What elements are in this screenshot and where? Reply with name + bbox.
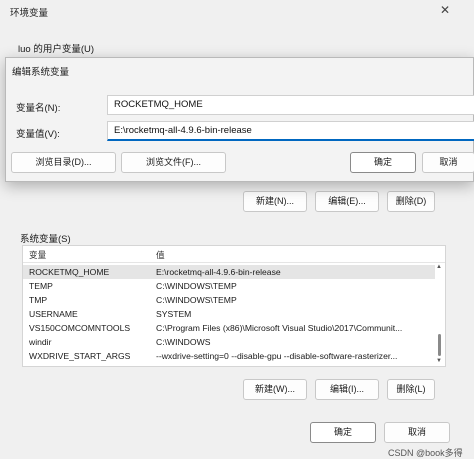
variable-value-label: 变量值(V): (16, 129, 60, 140)
env-cancel-button[interactable]: 取消 (384, 422, 450, 443)
table-row[interactable]: USERNAME SYSTEM (23, 307, 435, 321)
table-header: 变量 值 (23, 246, 445, 263)
variable-name-cell: TEMP (29, 281, 53, 291)
user-delete-button[interactable]: 删除(D) (387, 191, 435, 212)
browse-file-button[interactable]: 浏览文件(F)... (121, 152, 226, 173)
system-edit-button[interactable]: 编辑(I)... (315, 379, 379, 400)
variable-value-cell: C:\WINDOWS\TEMP (156, 295, 237, 305)
column-header-variable[interactable]: 变量 (29, 249, 46, 261)
variable-value-cell: C:\WINDOWS (156, 337, 211, 347)
variable-value-cell: --wxdrive-setting=0 --disable-gpu --disa… (156, 351, 398, 361)
csdn-watermark: CSDN @book多得 (388, 448, 463, 458)
system-delete-button[interactable]: 删除(L) (387, 379, 435, 400)
variable-name-cell: ROCKETMQ_HOME (29, 267, 110, 277)
browse-directory-button[interactable]: 浏览目录(D)... (11, 152, 116, 173)
system-variables-label: 系统变量(S) (20, 234, 71, 245)
variable-value-cell: C:\Program Files (x86)\Microsoft Visual … (156, 323, 403, 333)
variable-name-cell: TMP (29, 295, 48, 305)
env-ok-button[interactable]: 确定 (310, 422, 376, 443)
variable-value-input[interactable]: E:\rocketmq-all-4.9.6-bin-release (107, 121, 474, 141)
close-icon[interactable]: ✕ (440, 3, 450, 17)
system-new-button[interactable]: 新建(W)... (243, 379, 307, 400)
dialog-title: 编辑系统变量 (12, 67, 70, 78)
table-row[interactable]: WXDRIVE_START_ARGS --wxdrive-setting=0 --… (23, 349, 435, 363)
variable-name-cell: USERNAME (29, 309, 78, 319)
table-row[interactable]: VS150COMCOMNTOOLS C:\Program Files (x86)\… (23, 321, 435, 335)
edit-system-variable-dialog: 编辑系统变量 变量名(N): ROCKETMQ_HOME 变量值(V): E:\… (5, 57, 474, 182)
dialog-ok-button[interactable]: 确定 (350, 152, 416, 173)
variable-value-cell: E:\rocketmq-all-4.9.6-bin-release (156, 267, 281, 277)
window-title: 环境变量 (10, 8, 49, 19)
variable-value-cell: SYSTEM (156, 309, 192, 319)
variable-value-cell: C:\WINDOWS\TEMP (156, 281, 237, 291)
variable-name-cell: WXDRIVE_START_ARGS (29, 351, 131, 361)
table-row[interactable]: windir C:\WINDOWS (23, 335, 435, 349)
user-edit-button[interactable]: 编辑(E)... (315, 191, 379, 212)
scrollbar-thumb[interactable] (438, 334, 441, 356)
table-scrollbar[interactable]: ▲ ▼ (435, 264, 443, 364)
scroll-down-icon[interactable]: ▼ (436, 358, 442, 364)
variable-name-label: 变量名(N): (16, 103, 61, 114)
table-row[interactable]: ROCKETMQ_HOME E:\rocketmq-all-4.9.6-bin-r… (23, 265, 435, 279)
variable-name-cell: VS150COMCOMNTOOLS (29, 323, 131, 333)
variable-name-input[interactable]: ROCKETMQ_HOME (107, 95, 474, 115)
table-row[interactable]: TEMP C:\WINDOWS\TEMP (23, 279, 435, 293)
dialog-cancel-button[interactable]: 取消 (422, 152, 474, 173)
user-variables-label: luo 的用户变量(U) (18, 44, 95, 55)
column-header-value[interactable]: 值 (156, 249, 165, 261)
user-new-button[interactable]: 新建(N)... (243, 191, 307, 212)
variable-name-cell: windir (29, 337, 52, 347)
system-variables-table[interactable]: 变量 值 ROCKETMQ_HOME E:\rocketmq-all-4.9.6-… (22, 245, 446, 367)
table-row[interactable]: TMP C:\WINDOWS\TEMP (23, 293, 435, 307)
scroll-up-icon[interactable]: ▲ (436, 264, 442, 270)
